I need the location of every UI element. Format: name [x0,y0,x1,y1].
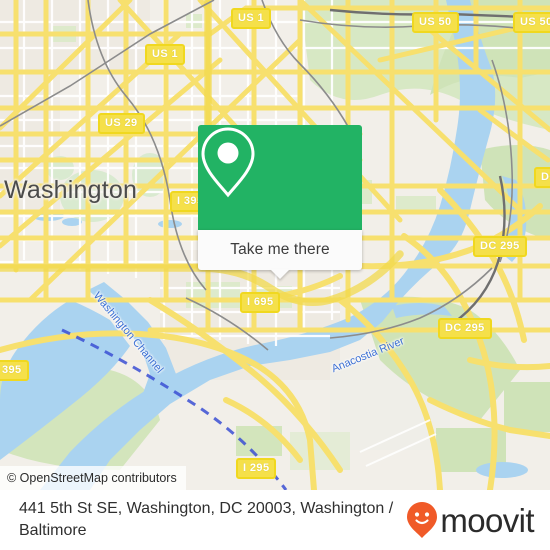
take-me-there-button[interactable]: Take me there [198,230,362,279]
shield-i-395-left[interactable]: 395 [0,360,29,381]
callout-pointer [270,269,290,279]
osm-attribution[interactable]: © OpenStreetMap contributors [0,466,186,490]
footer-bar: 441 5th St SE, Washington, DC 20003, Was… [0,490,550,550]
shield-us-50-right[interactable]: US 50 [513,12,550,33]
shield-i-295-bottom[interactable]: I 295 [236,458,277,479]
shield-us-29[interactable]: US 29 [98,113,145,134]
shield-i-695[interactable]: I 695 [240,292,281,313]
location-callout[interactable]: Take me there [198,125,362,279]
map-pin-icon [201,127,255,198]
map-canvas[interactable]: Washington Washington Channel Anacostia … [0,0,550,490]
address-text: 441 5th St SE, Washington, DC 20003, Was… [19,500,394,539]
shield-us-1-left[interactable]: US 1 [145,44,186,65]
map-screenshot: Washington Washington Channel Anacostia … [0,0,550,550]
shield-us-1-top[interactable]: US 1 [231,8,272,29]
callout-pin-panel [198,125,362,230]
shield-dc-295-lower[interactable]: DC 295 [438,318,492,339]
shield-dc-295-upper[interactable]: DC 295 [473,236,527,257]
moovit-logo[interactable]: moovit [405,500,550,540]
shield-dc-295-edge[interactable]: DC 295 [534,167,550,188]
moovit-smiley-pin-icon [407,502,438,538]
city-label-washington: Washington [4,176,138,204]
moovit-wordmark: moovit [440,501,534,539]
take-me-there-label: Take me there [230,241,330,258]
shield-us-50-top[interactable]: US 50 [412,12,459,33]
